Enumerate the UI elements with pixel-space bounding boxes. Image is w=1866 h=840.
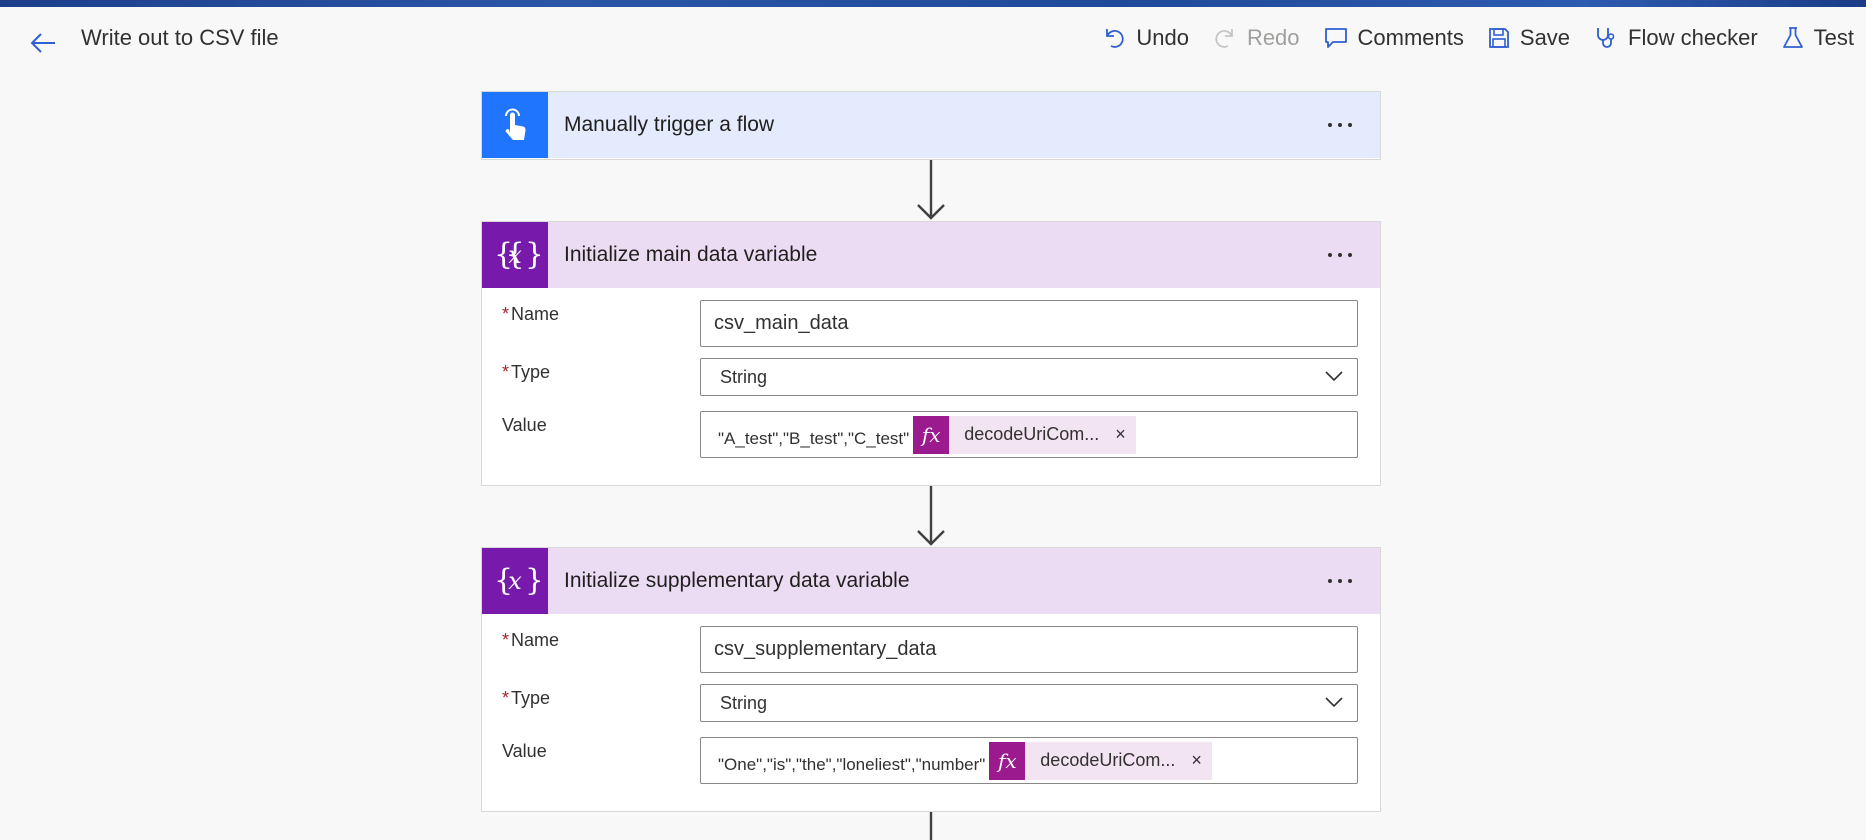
- value-row: Value "A_test","B_test","C_test" fx deco…: [502, 411, 1358, 469]
- chevron-down-icon: [1325, 697, 1343, 708]
- remove-token-icon[interactable]: ×: [1109, 424, 1136, 445]
- main-variable-card-body: * Name csv_main_data * Type String Value "…: [482, 288, 1380, 469]
- init-main-variable-card[interactable]: { { } x Initialize main data variable *N…: [481, 221, 1381, 486]
- save-icon: [1488, 28, 1509, 48]
- touch-hand-icon: [505, 108, 526, 140]
- variable-icon-box: { { } x: [482, 222, 548, 288]
- toolbar: Undo Redo Comments Save Flow checker Tes…: [1090, 7, 1866, 69]
- redo-icon: [1215, 29, 1233, 48]
- svg-text:}: }: [525, 563, 540, 598]
- redo-button[interactable]: Redo: [1201, 7, 1312, 69]
- main-variable-card-header[interactable]: { { } x Initialize main data variable: [482, 222, 1380, 288]
- value-input[interactable]: "A_test","B_test","C_test" fx decodeUriC…: [700, 411, 1358, 458]
- expression-label: decodeUriCom...: [1040, 750, 1176, 770]
- name-label: * Name: [502, 630, 559, 651]
- remove-token-icon[interactable]: ×: [1185, 750, 1212, 771]
- expression-label: decodeUriCom...: [964, 424, 1100, 444]
- type-row: * Type String: [502, 358, 1358, 411]
- name-input[interactable]: csv_main_data: [700, 300, 1358, 347]
- trigger-card-title: Manually trigger a flow: [564, 113, 775, 136]
- required-mark: *: [502, 362, 510, 382]
- ellipsis-icon: [1328, 253, 1352, 257]
- back-arrow-icon: [30, 33, 55, 53]
- save-button[interactable]: Save: [1476, 7, 1582, 69]
- type-label-text: Type: [511, 688, 551, 708]
- supplementary-variable-card-title: Initialize supplementary data variable: [564, 569, 910, 592]
- type-dropdown[interactable]: String: [700, 358, 1358, 396]
- flow-checker-button[interactable]: Flow checker: [1582, 7, 1770, 69]
- test-label: Test: [1813, 25, 1854, 50]
- comments-button[interactable]: Comments: [1312, 7, 1476, 69]
- expression-token[interactable]: fx decodeUriCom... ×: [913, 415, 1136, 454]
- main-variable-card-title: Initialize main data variable: [564, 243, 818, 266]
- comment-icon: [1324, 28, 1347, 48]
- supplementary-variable-more-options-button[interactable]: [1318, 548, 1362, 614]
- expression-token[interactable]: fx decodeUriCom... ×: [989, 741, 1212, 780]
- beaker-icon: [1782, 27, 1803, 48]
- type-label: * Type: [502, 362, 550, 383]
- trigger-more-options-button[interactable]: [1318, 92, 1362, 158]
- undo-icon: [1106, 29, 1124, 48]
- flow-title: Write out to CSV file: [81, 25, 279, 50]
- trigger-card-header[interactable]: Manually trigger a flow: [482, 92, 1380, 158]
- stethoscope-icon: [1597, 28, 1615, 48]
- name-label-text: Name: [511, 630, 560, 650]
- trigger-card[interactable]: Manually trigger a flow: [481, 91, 1381, 160]
- variable-icon-box: { } x: [482, 548, 548, 614]
- supplementary-variable-card-body: * Name csv_supplementary_data * Type Strin…: [482, 614, 1380, 795]
- name-row: * Name csv_main_data: [502, 300, 1358, 358]
- value-input[interactable]: "One","is","the","loneliest","number" fx…: [700, 737, 1358, 784]
- svg-text:x: x: [508, 567, 522, 595]
- type-label-text: Type: [511, 362, 551, 382]
- required-mark: *: [502, 688, 510, 708]
- supplementary-variable-card-header[interactable]: { } x Initialize supplementary data vari…: [482, 548, 1380, 614]
- type-selected-value: String: [720, 692, 768, 713]
- name-label: * Name: [502, 304, 559, 325]
- function-icon: fx: [989, 741, 1026, 780]
- connector-arrow: [917, 486, 945, 546]
- test-button[interactable]: Test: [1770, 7, 1866, 69]
- type-label: * Type: [502, 688, 550, 709]
- value-label: Value: [502, 741, 547, 761]
- connector-arrow: [917, 160, 945, 220]
- init-supplementary-variable-card[interactable]: { } x Initialize supplementary data vari…: [481, 547, 1381, 812]
- ellipsis-icon: [1328, 123, 1352, 127]
- required-mark: *: [502, 304, 510, 324]
- banner-strip: [0, 0, 1866, 7]
- name-label-text: Name: [511, 304, 560, 324]
- connector-line: [929, 812, 933, 840]
- svg-text:x: x: [508, 241, 522, 269]
- chevron-down-icon: [1325, 371, 1343, 382]
- required-mark: *: [502, 630, 510, 650]
- variable-icon: { } x: [494, 563, 540, 598]
- undo-button[interactable]: Undo: [1090, 7, 1201, 69]
- type-dropdown[interactable]: String: [700, 684, 1358, 722]
- value-row: Value "One","is","the","loneliest","numb…: [502, 737, 1358, 795]
- name-row: * Name csv_supplementary_data: [502, 626, 1358, 684]
- save-label: Save: [1519, 25, 1571, 50]
- type-selected-value: String: [720, 366, 768, 387]
- trigger-icon-box: [482, 92, 548, 158]
- variable-icon: { { } x: [494, 237, 540, 272]
- flow-checker-label: Flow checker: [1628, 25, 1758, 50]
- value-label: Value: [502, 415, 547, 435]
- value-text: "A_test","B_test","C_test": [718, 428, 910, 448]
- main-variable-more-options-button[interactable]: [1318, 222, 1362, 288]
- value-text: "One","is","the","loneliest","number": [718, 754, 986, 774]
- comments-label: Comments: [1357, 25, 1464, 50]
- svg-text:}: }: [525, 237, 540, 272]
- name-input[interactable]: csv_supplementary_data: [700, 626, 1358, 673]
- redo-label: Redo: [1246, 25, 1300, 50]
- type-row: * Type String: [502, 684, 1358, 737]
- undo-label: Undo: [1136, 25, 1189, 50]
- back-button[interactable]: [24, 24, 62, 62]
- ellipsis-icon: [1328, 579, 1352, 583]
- top-bar: Write out to CSV file Undo Redo Comments: [0, 7, 1866, 69]
- function-icon: fx: [913, 415, 950, 454]
